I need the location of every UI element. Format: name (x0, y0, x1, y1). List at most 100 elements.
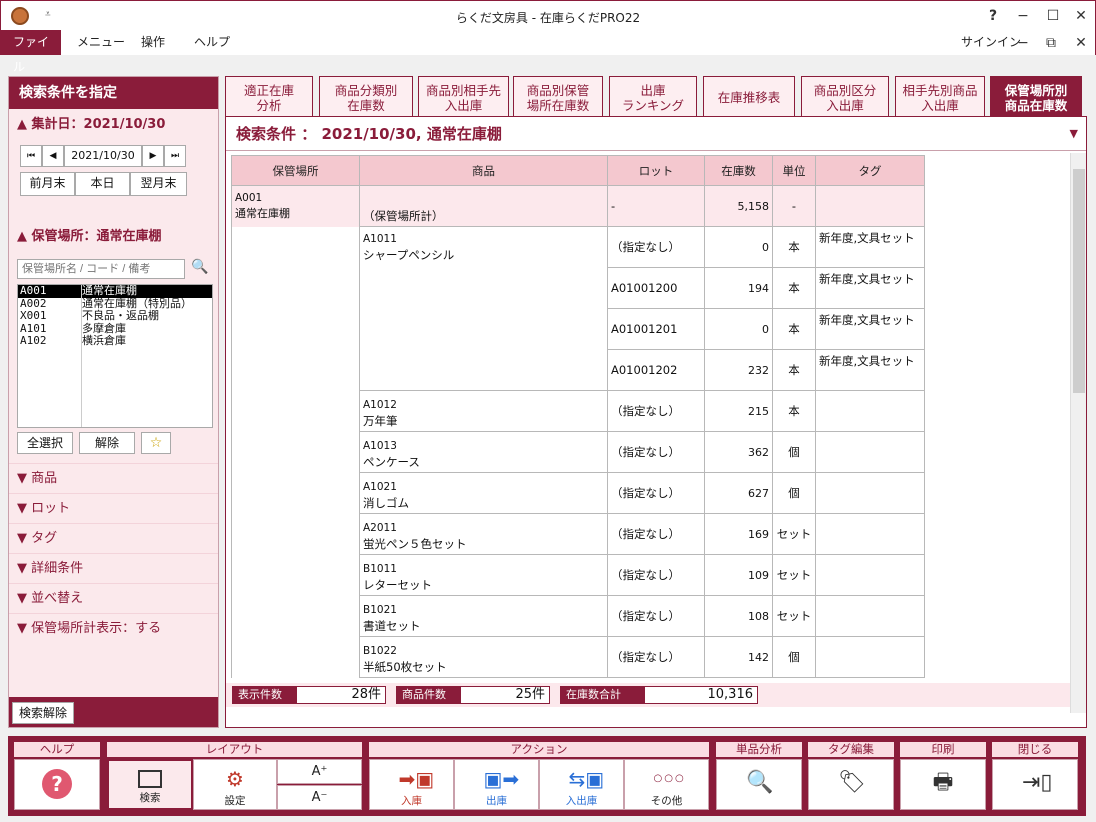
stock-inout-icon: ⇆▣ (568, 767, 605, 791)
settings-button[interactable]: ⚙ 設定 (193, 759, 277, 810)
unit-cell: セット (772, 595, 816, 637)
close-app-button[interactable]: ⇥▯ (992, 759, 1078, 810)
print-button[interactable]: 🖶 (900, 759, 986, 810)
search-icon[interactable]: 🔍 (191, 259, 208, 275)
table-row[interactable]: A001 通常在庫棚 （保管場所計） - 5,158 - (231, 185, 925, 678)
title-bar: ⩡ らくだ文房具 - 在庫らくだPRO22 ? − ☐ ✕ (0, 0, 1096, 30)
tab-category-stock[interactable]: 商品分類別 在庫数 (319, 76, 413, 118)
item-analysis-button[interactable]: 🔍 (716, 759, 802, 810)
sort-section-toggle[interactable]: ▼ 並べ替え (9, 583, 218, 613)
lot-cell: A01001200 (607, 267, 705, 309)
tab-product-partner[interactable]: 商品別相手先 入出庫 (418, 76, 509, 118)
product-section-toggle[interactable]: ▼ 商品 (9, 463, 218, 493)
sub-minimize-button[interactable]: − (1011, 32, 1035, 54)
location-total-toggle[interactable]: ▼ 保管場所計表示：する (9, 613, 218, 643)
column-header-quantity[interactable]: 在庫数 (704, 155, 773, 186)
sub-close-button[interactable]: ✕ (1069, 32, 1093, 54)
analysis-group: 単品分析 🔍 (716, 742, 802, 810)
font-decrease-button[interactable]: A⁻ (277, 785, 362, 810)
unit-cell: 本 (772, 226, 816, 268)
tag-icon: 🏷 (838, 770, 866, 795)
tag-cell: 新年度,文具セット (815, 308, 925, 350)
tab-stock-trend[interactable]: 在庫推移表 (703, 76, 795, 118)
list-item[interactable]: A102 横浜倉庫 (18, 334, 212, 348)
location-section-toggle[interactable]: ▲ 保管場所：通常在庫棚 (9, 223, 218, 251)
tab-product-category-io[interactable]: 商品別区分 入出庫 (801, 76, 889, 118)
date-section-toggle[interactable]: ▲ 集計日：2021/10/30 (9, 111, 218, 139)
stock-table: 保管場所 商品 ロット 在庫数 単位 タグ A001 通常在庫棚 （保管場所計）… (231, 155, 1068, 682)
tag-cell (815, 390, 925, 432)
tag-edit-button[interactable]: 🏷 (808, 759, 894, 810)
column-header-product[interactable]: 商品 (359, 155, 608, 186)
bottom-action-bar: ヘルプ ? レイアウト 検索 ⚙ 設定 A⁺ A⁻ アクション ➡▣ 入庫 ▣➡… (8, 736, 1086, 816)
today-button[interactable]: 本日 (75, 172, 130, 196)
product-cell: A1011 シャープペンシル (359, 226, 608, 391)
prev-month-end-button[interactable]: 前月末 (20, 172, 75, 196)
tag-cell (815, 513, 925, 555)
vertical-scrollbar[interactable] (1070, 153, 1086, 713)
display-count-value: 28件 (296, 686, 386, 704)
tab-product-location[interactable]: 商品別保管 場所在庫数 (513, 76, 603, 118)
column-header-tag[interactable]: タグ (815, 155, 925, 186)
search-condition-bar[interactable]: 検索条件 ： 2021/10/30, 通常在庫棚 ▼ (226, 117, 1086, 151)
chevron-down-icon[interactable]: ▼ (1070, 117, 1078, 151)
status-bar: 表示件数 28件 商品件数 25件 在庫数合計 10,316 (226, 683, 1070, 707)
unit-cell: 個 (772, 472, 816, 514)
sub-restore-button[interactable]: ⧉ (1039, 32, 1063, 54)
menu-help[interactable]: ヘルプ (182, 30, 242, 55)
quantity-cell: 0 (704, 226, 773, 268)
next-date-button[interactable]: ▶ (142, 145, 164, 167)
stock-in-button[interactable]: ➡▣ 入庫 (369, 759, 454, 810)
product-cell: B1021 書道セット (359, 595, 608, 637)
quantity-cell: 108 (704, 595, 773, 637)
menu-menu[interactable]: メニュー (65, 30, 137, 55)
menu-operation[interactable]: 操作 (129, 30, 177, 55)
font-increase-button[interactable]: A⁺ (277, 759, 362, 784)
help-button[interactable]: ? (14, 759, 100, 810)
detail-section-toggle[interactable]: ▼ 詳細条件 (9, 553, 218, 583)
product-cell: A1013 ペンケース (359, 431, 608, 473)
prev-date-button[interactable]: ◀ (42, 145, 64, 167)
close-button[interactable]: ✕ (1069, 5, 1093, 27)
first-date-button[interactable]: ⏮ (20, 145, 42, 167)
tab-partner-product-io[interactable]: 相手先別商品 入出庫 (895, 76, 985, 118)
lot-cell: （指定なし） (607, 595, 705, 637)
date-input[interactable]: 2021/10/30 (64, 145, 142, 167)
search-clear-button[interactable]: 検索解除 (12, 702, 74, 724)
lot-section-toggle[interactable]: ▼ ロット (9, 493, 218, 523)
column-header-lot[interactable]: ロット (607, 155, 705, 186)
main-content: 検索条件 ： 2021/10/30, 通常在庫棚 ▼ 保管場所 商品 ロット 在… (225, 116, 1087, 728)
other-button[interactable]: ○○○ その他 (624, 759, 709, 810)
search-layout-button[interactable]: 検索 (107, 759, 193, 810)
next-month-end-button[interactable]: 翌月末 (130, 172, 187, 196)
last-date-button[interactable]: ⏭ (164, 145, 186, 167)
column-header-location[interactable]: 保管場所 (231, 155, 360, 186)
location-list[interactable]: A001 通常在庫棚 A002 通常在庫棚（特別品） X001 不良品・返品棚 A10… (17, 284, 213, 428)
tab-shipping-ranking[interactable]: 出庫 ランキング (609, 76, 697, 118)
quantity-cell: 627 (704, 472, 773, 514)
tag-section-toggle[interactable]: ▼ タグ (9, 523, 218, 553)
favorite-star-icon[interactable]: ☆ (141, 432, 171, 454)
menu-file[interactable]: ファイル (1, 30, 61, 74)
tab-location-product-stock[interactable]: 保管場所別 商品在庫数 (990, 76, 1082, 118)
maximize-button[interactable]: ☐ (1041, 5, 1065, 27)
layout-icon (138, 770, 162, 788)
unit-cell: セット (772, 513, 816, 555)
list-item[interactable]: X001 不良品・返品棚 (18, 309, 212, 323)
unit-cell: 個 (772, 636, 816, 678)
product-count-label: 商品件数 (396, 686, 462, 704)
select-all-button[interactable]: 全選択 (17, 432, 73, 454)
product-count-value: 25件 (460, 686, 550, 704)
help-icon[interactable]: ? (981, 5, 1005, 27)
minimize-button[interactable]: − (1011, 5, 1035, 27)
location-search-input[interactable] (17, 259, 185, 279)
stock-out-button[interactable]: ▣➡ 出庫 (454, 759, 539, 810)
product-cell: B1011 レターセット (359, 554, 608, 596)
column-header-unit[interactable]: 単位 (772, 155, 816, 186)
scrollbar-thumb[interactable] (1073, 169, 1085, 393)
magnifier-icon: 🔍 (746, 770, 774, 795)
tab-optimal-stock[interactable]: 適正在庫 分析 (225, 76, 313, 118)
stock-inout-button[interactable]: ⇆▣ 入出庫 (539, 759, 624, 810)
deselect-button[interactable]: 解除 (79, 432, 135, 454)
list-item[interactable]: A001 通常在庫棚 (18, 284, 212, 298)
